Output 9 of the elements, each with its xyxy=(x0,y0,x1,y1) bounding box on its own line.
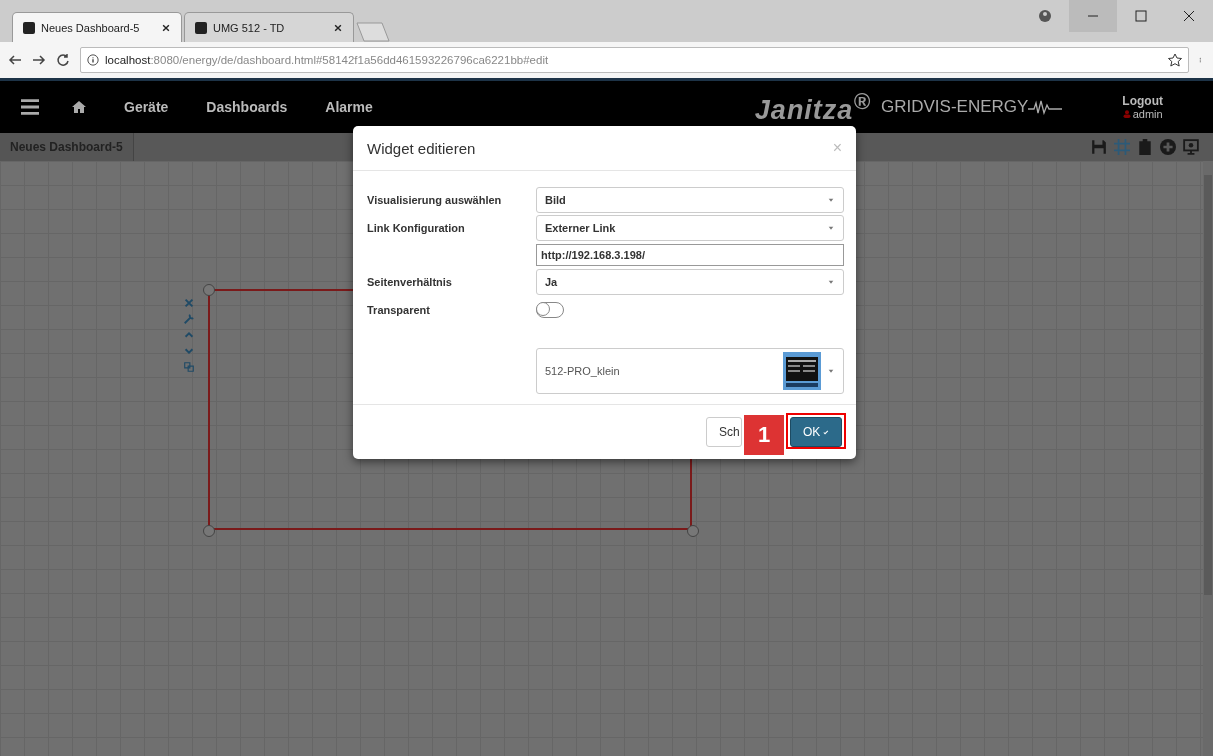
field-label: Transparent xyxy=(367,304,431,316)
product-name: GRIDVIS-ENERGY xyxy=(881,97,1029,117)
field-label: Seitenverhältnis xyxy=(367,276,453,288)
brand-logo: Janitza$^{®}$ xyxy=(754,88,871,126)
field-label: Visualisierung auswählen xyxy=(367,194,503,206)
field-label: Link Konfiguration xyxy=(367,222,466,234)
dialog-title: Widget editieren xyxy=(367,139,477,157)
step-marker: 1 xyxy=(744,415,784,455)
user-name: admin xyxy=(1132,108,1163,120)
